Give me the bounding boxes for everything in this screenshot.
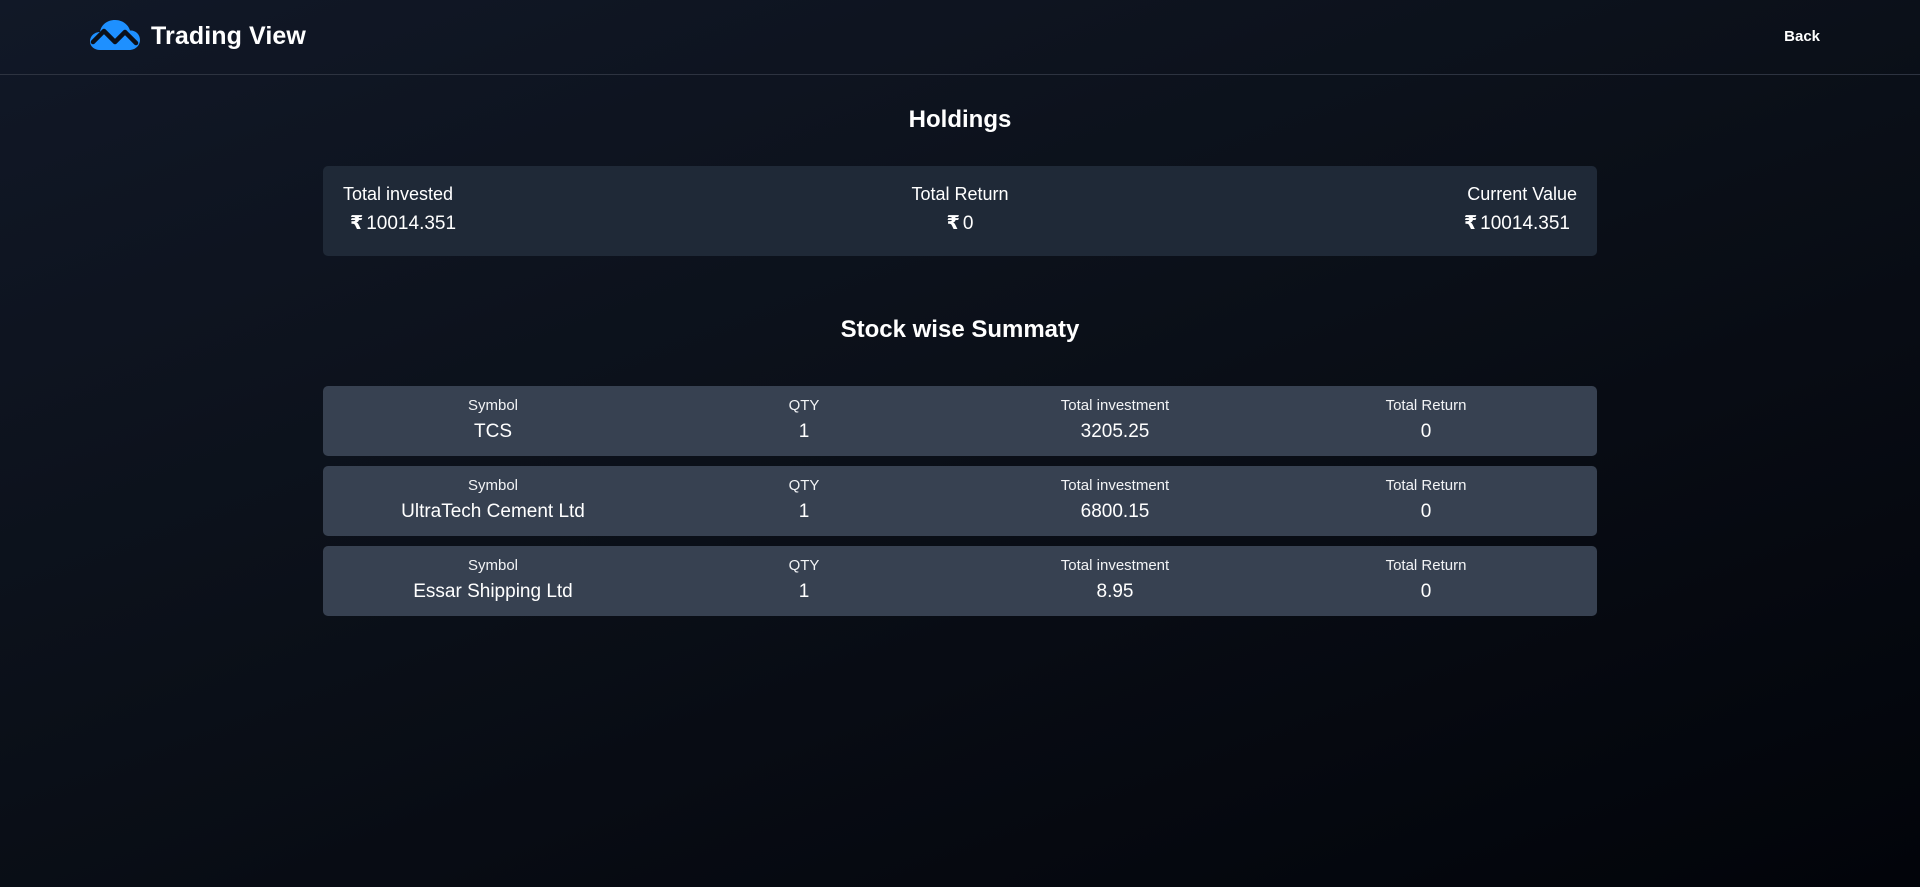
symbol-value: Essar Shipping Ltd [413,581,573,602]
qty-value: 1 [798,421,810,442]
stock-row[interactable]: Symbol UltraTech Cement Ltd QTY 1 Total … [323,466,1597,536]
qty-value: 1 [798,581,810,602]
investment-value: 3205.25 [1080,421,1150,442]
holdings-summary-card: Total invested ₹10014.351 Total Return ₹… [323,166,1597,256]
symbol-label: Symbol [467,477,519,494]
rupee-icon: ₹ [1463,213,1478,234]
current-value-value-wrap: ₹10014.351 [1464,212,1577,235]
qty-cell: QTY 1 [654,397,954,443]
total-return-value: 0 [962,213,974,234]
symbol-cell: Symbol Essar Shipping Ltd [343,557,643,603]
qty-value: 1 [798,501,810,522]
return-cell: Total Return 0 [1276,477,1576,523]
qty-label: QTY [788,397,820,414]
current-value-stat: Current Value ₹10014.351 [1464,184,1577,235]
investment-cell: Total investment 8.95 [965,557,1265,603]
total-return-stat: Total Return ₹0 [323,184,1597,235]
investment-value: 8.95 [1096,581,1134,602]
investment-value: 6800.15 [1080,501,1150,522]
return-label: Total Return [1385,477,1467,494]
return-value: 0 [1420,421,1432,442]
investment-label: Total investment [1060,397,1170,414]
brand-name: Trading View [151,21,306,50]
symbol-label: Symbol [467,397,519,414]
stock-summary-list: Symbol TCS QTY 1 Total investment 3205.2… [323,386,1597,626]
investment-label: Total investment [1060,477,1170,494]
return-label: Total Return [1385,557,1467,574]
cloud-chart-icon [90,20,140,50]
brand-link[interactable]: Trading View [89,18,306,54]
return-value: 0 [1420,501,1432,522]
qty-label: QTY [788,477,820,494]
total-return-label: Total Return [911,184,1009,204]
current-value-label: Current Value [1467,184,1577,204]
total-return-value-wrap: ₹0 [323,212,1597,235]
back-button[interactable]: Back [1784,28,1820,45]
qty-label: QTY [788,557,820,574]
return-label: Total Return [1385,397,1467,414]
return-cell: Total Return 0 [1276,557,1576,603]
qty-cell: QTY 1 [654,477,954,523]
return-cell: Total Return 0 [1276,397,1576,443]
symbol-label: Symbol [467,557,519,574]
symbol-cell: Symbol UltraTech Cement Ltd [343,477,643,523]
investment-cell: Total investment 6800.15 [965,477,1265,523]
symbol-cell: Symbol TCS [343,397,643,443]
return-value: 0 [1420,581,1432,602]
investment-cell: Total investment 3205.25 [965,397,1265,443]
top-navbar: Trading View Back [0,0,1920,75]
rupee-icon: ₹ [946,213,960,234]
investment-label: Total investment [1060,557,1170,574]
holdings-title: Holdings [908,106,1012,133]
stock-summary-title: Stock wise Summaty [840,316,1080,343]
current-value-value: 10014.351 [1480,213,1570,234]
symbol-value: UltraTech Cement Ltd [401,501,585,522]
symbol-value: TCS [474,421,512,442]
stock-row[interactable]: Symbol Essar Shipping Ltd QTY 1 Total in… [323,546,1597,616]
qty-cell: QTY 1 [654,557,954,603]
stock-row[interactable]: Symbol TCS QTY 1 Total investment 3205.2… [323,386,1597,456]
